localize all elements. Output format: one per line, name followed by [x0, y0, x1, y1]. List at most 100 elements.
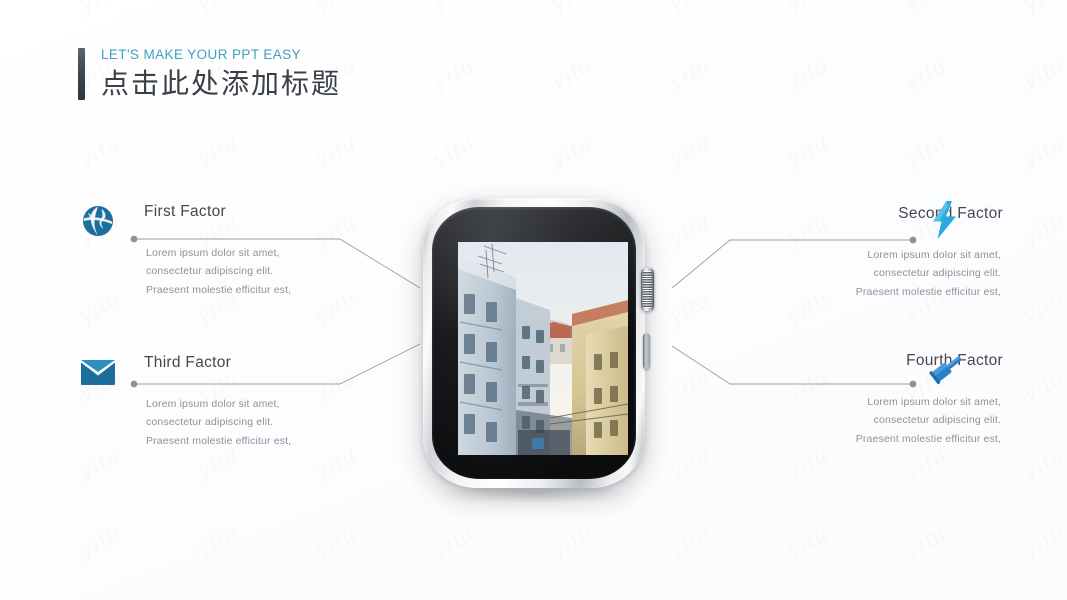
- watermark-text: yitu: [191, 596, 243, 600]
- factor-title-third: Third Factor: [144, 354, 232, 371]
- factor-body-line: consectetur adipiscing elit.: [146, 416, 274, 429]
- factor-body-line: Praesent molestie efficitur est,: [146, 283, 292, 296]
- watermark-text: yitu: [1017, 206, 1067, 253]
- watermark-text: yitu: [0, 284, 8, 331]
- watermark-text: yitu: [545, 50, 597, 97]
- factor-body-line: Lorem ipsum dolor sit amet,: [867, 395, 1001, 408]
- watermark-text: yitu: [191, 518, 243, 565]
- slide-kicker: LET'S MAKE YOUR PPT EASY: [101, 47, 301, 62]
- watermark-text: yitu: [73, 284, 125, 331]
- watermark-text: yitu: [781, 0, 833, 18]
- watermark-text: yitu: [427, 518, 479, 565]
- watermark-text: yitu: [427, 50, 479, 97]
- watermark-text: yitu: [0, 518, 8, 565]
- crown-ridges: [643, 271, 652, 308]
- watermark-text: yitu: [663, 284, 715, 331]
- watermark-text: yitu: [0, 362, 8, 409]
- factor-body-line: consectetur adipiscing elit.: [873, 414, 1001, 427]
- watermark-text: yitu: [663, 206, 715, 253]
- factor-block-third: Third Factor Lorem ipsum dolor sit amet,…: [134, 354, 434, 451]
- slide-header: LET'S MAKE YOUR PPT EASY 点击此处添加标题: [78, 47, 342, 101]
- watermark-text: yitu: [545, 0, 597, 18]
- watermark-text: yitu: [427, 596, 479, 600]
- watermark-text: yitu: [73, 440, 125, 487]
- factor-body-line: Lorem ipsum dolor sit amet,: [146, 246, 280, 259]
- watermark-text: yitu: [663, 362, 715, 409]
- watermark-text: yitu: [545, 128, 597, 175]
- title-accent-bar: [78, 48, 85, 101]
- watermark-text: yitu: [427, 0, 479, 18]
- watermark-text: yitu: [309, 0, 361, 18]
- factor-body-line: Praesent molestie efficitur est,: [146, 434, 292, 447]
- watermark-text: yitu: [0, 128, 8, 175]
- watermark-text: yitu: [191, 128, 243, 175]
- watermark-text: yitu: [781, 518, 833, 565]
- watermark-text: yitu: [545, 518, 597, 565]
- watermark-text: yitu: [899, 50, 951, 97]
- watermark-text: yitu: [781, 50, 833, 97]
- factor-body-line: consectetur adipiscing elit.: [146, 265, 274, 278]
- watermark-text: yitu: [663, 440, 715, 487]
- factor-title-first: First Factor: [144, 203, 226, 220]
- digital-crown-icon[interactable]: [641, 268, 654, 311]
- watermark-text: yitu: [427, 128, 479, 175]
- factor-body-line: Lorem ipsum dolor sit amet,: [146, 397, 280, 410]
- watermark-text: yitu: [899, 128, 951, 175]
- watermark-text: yitu: [309, 596, 361, 600]
- factor-block-fourth: Fourth Factor Lorem ipsum dolor sit amet…: [713, 352, 1013, 449]
- factor-block-second: Second Factor Lorem ipsum dolor sit amet…: [713, 205, 1013, 302]
- watermark-text: yitu: [0, 206, 8, 253]
- factor-block-first: First Factor Lorem ipsum dolor sit amet,…: [134, 203, 434, 300]
- watermark-text: yitu: [1017, 362, 1067, 409]
- factor-body-line: Praesent molestie efficitur est,: [855, 285, 1001, 298]
- smartwatch-mockup: [423, 198, 654, 504]
- presentation-slide: yitu yitu yitu yitu yitu yitu yitu yitu yitu yitu…: [0, 0, 1067, 600]
- watermark-text: yitu: [73, 596, 125, 600]
- page-title: 点击此处添加标题: [101, 67, 342, 99]
- watermark-text: yitu: [0, 440, 8, 487]
- watermark-text: yitu: [1017, 440, 1067, 487]
- watermark-text: yitu: [73, 0, 125, 18]
- watermark-text: yitu: [663, 50, 715, 97]
- watermark-text: yitu: [73, 518, 125, 565]
- factor-body-line: Lorem ipsum dolor sit amet,: [867, 248, 1001, 261]
- watch-side-button[interactable]: [643, 333, 650, 369]
- watermark-text: yitu: [1017, 50, 1067, 97]
- factor-body-fourth: Lorem ipsum dolor sit amet, consectetur …: [713, 393, 1013, 449]
- watermark-text: yitu: [0, 596, 8, 600]
- watermark-text: yitu: [1017, 128, 1067, 175]
- watermark-text: yitu: [1017, 0, 1067, 18]
- watermark-text: yitu: [663, 596, 715, 600]
- watermark-text: yitu: [1017, 284, 1067, 331]
- watermark-text: yitu: [191, 0, 243, 18]
- factor-body-second: Lorem ipsum dolor sit amet, consectetur …: [713, 246, 1013, 302]
- watch-screen-photo: [458, 242, 628, 455]
- lightning-bolt-icon: [925, 200, 965, 240]
- watermark-text: yitu: [309, 518, 361, 565]
- factor-body-line: Praesent molestie efficitur est,: [855, 432, 1001, 445]
- watermark-text: yitu: [0, 50, 8, 97]
- watermark-text: yitu: [1017, 518, 1067, 565]
- globe-icon: [78, 201, 118, 241]
- factor-title-fourth: Fourth Factor: [906, 352, 1003, 369]
- factor-body-first: Lorem ipsum dolor sit amet, consectetur …: [134, 244, 434, 300]
- watermark-text: yitu: [781, 128, 833, 175]
- gavel-icon: [928, 348, 968, 388]
- factor-body-third: Lorem ipsum dolor sit amet, consectetur …: [134, 395, 434, 451]
- watermark-text: yitu: [309, 128, 361, 175]
- watermark-text: yitu: [663, 128, 715, 175]
- factor-body-line: consectetur adipiscing elit.: [873, 267, 1001, 280]
- watermark-text: yitu: [0, 0, 8, 18]
- mail-envelope-icon: [78, 352, 118, 392]
- watermark-text: yitu: [663, 518, 715, 565]
- watermark-text: yitu: [899, 596, 951, 600]
- watermark-text: yitu: [545, 596, 597, 600]
- factor-title-second: Second Factor: [898, 205, 1003, 222]
- watermark-text: yitu: [73, 128, 125, 175]
- watermark-text: yitu: [781, 596, 833, 600]
- watermark-text: yitu: [899, 518, 951, 565]
- watermark-text: yitu: [899, 0, 951, 18]
- watch-screen: [432, 207, 636, 479]
- watermark-text: yitu: [663, 0, 715, 18]
- watermark-text: yitu: [1017, 596, 1067, 600]
